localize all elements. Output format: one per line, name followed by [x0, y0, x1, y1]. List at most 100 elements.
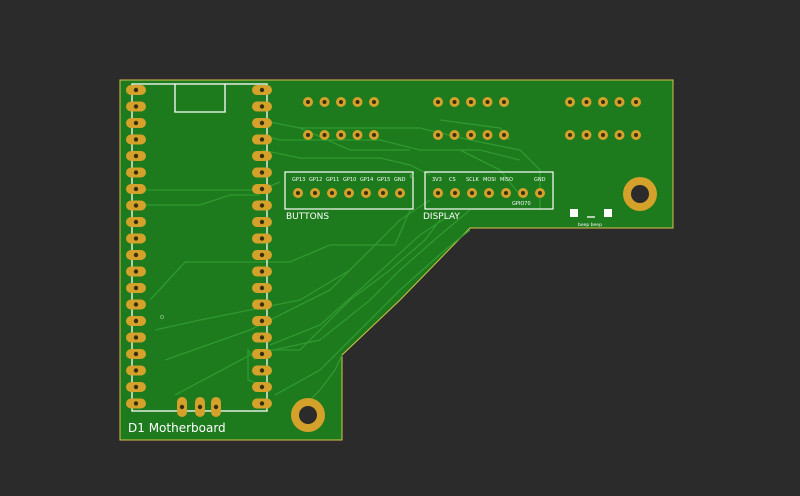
through-hole [433, 130, 443, 140]
through-hole [369, 97, 379, 107]
header-pin [395, 188, 405, 198]
through-hole [433, 97, 443, 107]
through-hole [369, 130, 379, 140]
header-pin [361, 188, 371, 198]
pin-pad [126, 118, 146, 128]
pin-label: 3V3 [432, 177, 442, 183]
pin-pad [126, 283, 146, 293]
header-pin [484, 188, 494, 198]
mounting-hole-right [623, 177, 657, 211]
pcb-canvas: D1 Motherboard GP13 GP12 GP11 GP10 GP14 GP15 G… [119, 79, 674, 441]
pin-pad [126, 134, 146, 145]
through-hole [598, 130, 608, 140]
through-hole [565, 97, 575, 107]
pin-pad [126, 200, 146, 211]
pin-pad [126, 382, 146, 392]
pin-pad [252, 283, 272, 293]
pin-pad [252, 118, 272, 128]
through-hole [614, 130, 625, 140]
through-hole [598, 97, 608, 107]
pin-pad [126, 151, 146, 161]
pin-pad [252, 200, 272, 211]
through-hole [319, 130, 330, 140]
pin-pad [126, 349, 146, 359]
pin-pad [126, 217, 146, 227]
through-hole [482, 130, 493, 140]
through-hole [336, 97, 346, 107]
mounting-hole-left [291, 398, 325, 432]
header-pin [535, 188, 545, 198]
pin-label: GP11 [326, 177, 339, 183]
header-pin [467, 188, 477, 198]
pin-label: GP12 [309, 177, 322, 183]
pin-pad [126, 266, 146, 277]
pin-pad [252, 233, 272, 244]
pin-pad [126, 250, 146, 260]
pin-pad [252, 85, 272, 95]
pin-pad [252, 101, 272, 112]
through-hole [466, 130, 476, 140]
through-hole [449, 97, 460, 107]
pin-pad [252, 184, 272, 194]
pin-label: GP15 [377, 177, 390, 183]
pin-pad [252, 365, 272, 376]
pin-label: GP13 [292, 177, 305, 183]
through-hole [449, 130, 460, 140]
pin-label: GP14 [360, 177, 373, 183]
pin-pad [126, 398, 146, 409]
pcb-view: D1 Motherboard GP13 GP12 GP11 GP10 GP14 GP15 G… [0, 0, 800, 492]
pin-pad [126, 316, 146, 326]
pin-pad [252, 349, 272, 359]
pin-pad [252, 332, 272, 343]
pin-label: GND [394, 177, 406, 183]
pin-pad [252, 217, 272, 227]
header-pin [310, 188, 320, 198]
pin-pad [252, 299, 272, 310]
header-pin [344, 188, 354, 198]
pin-pad [252, 134, 272, 145]
pin-pad [126, 233, 146, 244]
through-hole [352, 130, 363, 140]
display-label: DISPLAY [423, 212, 460, 222]
through-hole [499, 97, 509, 107]
through-hole [499, 130, 509, 140]
display-sub-label: GPIO70 [512, 201, 531, 207]
buttons-label: BUTTONS [286, 212, 329, 222]
pin-label: MISO [500, 177, 513, 183]
pin-label: MOSI [483, 177, 496, 183]
pin-pad [126, 167, 146, 178]
pin-pad [252, 382, 272, 392]
through-hole [319, 97, 330, 107]
beeper-label: beep beep [578, 222, 602, 228]
through-hole [482, 97, 493, 107]
header-pin [501, 188, 511, 198]
through-hole [336, 130, 346, 140]
pin-pad [252, 316, 272, 326]
d1-bottom-pins [177, 397, 221, 417]
pin-pad [126, 184, 146, 194]
pin-pad [252, 398, 272, 409]
pin-label: SCLK [466, 177, 479, 183]
through-hole [581, 97, 592, 107]
pin-pad [252, 167, 272, 178]
through-hole [565, 130, 575, 140]
header-pin [433, 188, 443, 198]
pin-label: CS [449, 177, 456, 183]
pin-pad [126, 299, 146, 310]
pin-pad [126, 101, 146, 112]
through-hole [581, 130, 592, 140]
pin-label: GP10 [343, 177, 356, 183]
header-pin [378, 188, 388, 198]
pin-pad [252, 250, 272, 260]
pin-pad [252, 266, 272, 277]
through-hole [631, 130, 641, 140]
buttons-pin-labels: GP13 GP12 GP11 GP10 GP14 GP15 GND [292, 177, 406, 183]
header-pin [518, 188, 528, 198]
header-pin [293, 188, 303, 198]
through-hole [303, 130, 313, 140]
through-hole [614, 97, 625, 107]
pin-label: GND [534, 177, 546, 183]
through-hole [466, 97, 476, 107]
pin-pad [126, 85, 146, 95]
header-pin [450, 188, 460, 198]
